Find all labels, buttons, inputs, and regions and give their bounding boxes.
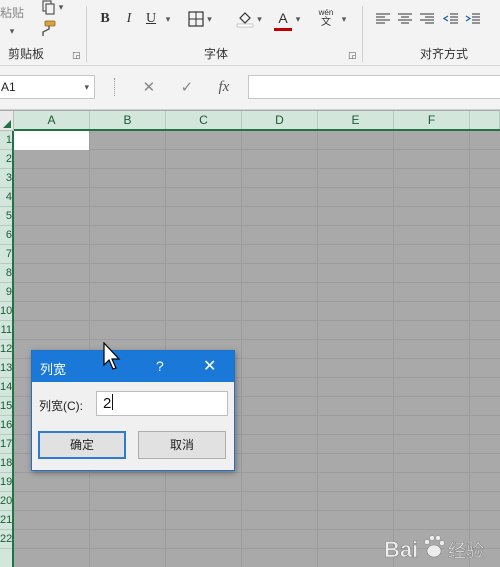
clipboard-group: 粘贴 ▾ ▾ 剪贴板 ◲ bbox=[0, 0, 86, 66]
svg-text:经验: 经验 bbox=[448, 541, 484, 562]
font-group-label: 字体 bbox=[204, 47, 229, 61]
name-box-caret-icon[interactable]: ▾ bbox=[84, 76, 89, 98]
row-header[interactable]: 13 bbox=[0, 359, 12, 378]
phonetic-bottom-text: 文 bbox=[321, 17, 331, 28]
paw-logo-icon: Bai 经验 bbox=[384, 535, 484, 562]
formula-bar-grip[interactable] bbox=[114, 78, 116, 96]
phonetic-guide-icon[interactable]: wén 文 bbox=[316, 4, 336, 32]
fill-color-icon[interactable]: ▾ bbox=[232, 8, 266, 30]
row-header[interactable]: 20 bbox=[0, 492, 12, 511]
ribbon-divider bbox=[86, 6, 87, 62]
column-header-g[interactable] bbox=[470, 111, 500, 129]
mouse-pointer-icon bbox=[103, 342, 121, 370]
insert-function-icon[interactable]: fx bbox=[218, 79, 229, 96]
align-right-icon[interactable] bbox=[418, 8, 436, 30]
row-header[interactable]: 12 bbox=[0, 340, 12, 359]
alignment-group-label: 对齐方式 bbox=[420, 47, 469, 61]
dialog-title-bar[interactable]: 列宽 ? ✕ bbox=[32, 351, 234, 382]
italic-button[interactable]: I bbox=[120, 8, 138, 30]
font-color-icon[interactable]: A bbox=[274, 7, 292, 29]
format-painter-icon[interactable] bbox=[36, 18, 60, 40]
row-header[interactable]: 3 bbox=[0, 169, 12, 188]
increase-indent-icon[interactable] bbox=[464, 8, 482, 30]
decrease-indent-icon[interactable] bbox=[442, 8, 460, 30]
ribbon-divider bbox=[362, 6, 363, 62]
select-all-icon bbox=[3, 120, 11, 128]
column-header-d[interactable]: D bbox=[242, 111, 318, 129]
confirm-entry-icon[interactable]: ✓ bbox=[181, 78, 194, 96]
column-header-e[interactable]: E bbox=[318, 111, 394, 129]
worksheet-grid[interactable] bbox=[14, 131, 500, 567]
row-header-bar: 1 2 3 4 5 6 7 8 9 10 11 12 13 14 15 16 1… bbox=[0, 131, 14, 567]
paste-caret-icon[interactable]: ▾ bbox=[4, 20, 20, 42]
align-left-icon[interactable] bbox=[374, 8, 392, 30]
column-width-input[interactable]: 2 bbox=[96, 391, 228, 416]
row-header[interactable]: 6 bbox=[0, 226, 12, 245]
underline-button[interactable]: U bbox=[142, 8, 160, 30]
underline-caret-icon[interactable]: ▾ bbox=[162, 8, 174, 30]
column-header-f[interactable]: F bbox=[394, 111, 470, 129]
row-header[interactable]: 22 bbox=[0, 530, 12, 549]
font-color-swatch bbox=[274, 28, 292, 31]
row-header[interactable]: 5 bbox=[0, 207, 12, 226]
name-box[interactable]: A1 ▾ bbox=[0, 75, 95, 99]
active-cell[interactable] bbox=[14, 131, 89, 150]
alignment-group: 对齐方式 bbox=[364, 0, 500, 66]
row-header[interactable]: 18 bbox=[0, 454, 12, 473]
ribbon: 粘贴 ▾ ▾ 剪贴板 ◲ B I U ▾ ▾ ▾ A ▾ wén 文 ▾ 字体 … bbox=[0, 0, 500, 66]
row-header[interactable]: 16 bbox=[0, 416, 12, 435]
row-header[interactable]: 14 bbox=[0, 378, 12, 397]
font-group: B I U ▾ ▾ ▾ A ▾ wén 文 ▾ 字体 ◲ bbox=[88, 0, 362, 66]
row-header[interactable]: 15 bbox=[0, 397, 12, 416]
formula-input[interactable] bbox=[248, 75, 500, 99]
column-header-a[interactable]: A bbox=[14, 111, 90, 129]
name-box-value: A1 bbox=[1, 80, 16, 94]
row-header[interactable]: 17 bbox=[0, 435, 12, 454]
row-header[interactable]: 4 bbox=[0, 188, 12, 207]
row-header[interactable]: 11 bbox=[0, 321, 12, 340]
column-width-dialog: 列宽 ? ✕ 列宽(C): 2 确定 取消 bbox=[31, 350, 235, 471]
font-launcher-icon[interactable]: ◲ bbox=[348, 50, 357, 61]
row-header[interactable]: 8 bbox=[0, 264, 12, 283]
select-all-corner[interactable] bbox=[0, 111, 14, 131]
dialog-title: 列宽 bbox=[40, 362, 67, 377]
formula-bar: A1 ▾ ✕ ✓ fx bbox=[0, 66, 500, 110]
phonetic-caret-icon[interactable]: ▾ bbox=[338, 8, 350, 30]
column-header-c[interactable]: C bbox=[166, 111, 242, 129]
column-header-bar: A B C D E F bbox=[14, 111, 500, 131]
row-header[interactable]: 1 bbox=[0, 131, 12, 150]
cancel-button[interactable]: 取消 bbox=[138, 431, 226, 459]
text-cursor bbox=[112, 394, 114, 410]
close-icon[interactable]: ✕ bbox=[203, 356, 216, 376]
column-width-label: 列宽(C): bbox=[39, 399, 83, 413]
row-header[interactable]: 7 bbox=[0, 245, 12, 264]
formula-buttons: ✕ ✓ fx bbox=[130, 75, 242, 99]
row-header[interactable]: 19 bbox=[0, 473, 12, 492]
font-color-caret-icon[interactable]: ▾ bbox=[292, 8, 304, 30]
svg-text:Bai: Bai bbox=[384, 537, 418, 562]
ok-button[interactable]: 确定 bbox=[38, 431, 126, 459]
cancel-entry-icon[interactable]: ✕ bbox=[143, 78, 156, 96]
align-center-icon[interactable] bbox=[396, 8, 414, 30]
watermark-logo: Bai 经验 bbox=[382, 525, 500, 565]
borders-icon[interactable]: ▾ bbox=[184, 8, 216, 30]
clipboard-launcher-icon[interactable]: ◲ bbox=[72, 50, 81, 61]
clipboard-group-label: 剪贴板 bbox=[8, 47, 45, 61]
row-header[interactable]: 10 bbox=[0, 302, 12, 321]
bold-button[interactable]: B bbox=[96, 8, 114, 30]
row-header[interactable]: 21 bbox=[0, 511, 12, 530]
column-header-b[interactable]: B bbox=[90, 111, 166, 129]
paste-button[interactable]: 粘贴 bbox=[0, 4, 24, 21]
copy-icon[interactable]: ▾ bbox=[38, 0, 66, 18]
row-header[interactable]: 2 bbox=[0, 150, 12, 169]
row-header[interactable]: 9 bbox=[0, 283, 12, 302]
help-icon[interactable]: ? bbox=[156, 358, 164, 374]
column-width-value: 2 bbox=[103, 395, 112, 412]
